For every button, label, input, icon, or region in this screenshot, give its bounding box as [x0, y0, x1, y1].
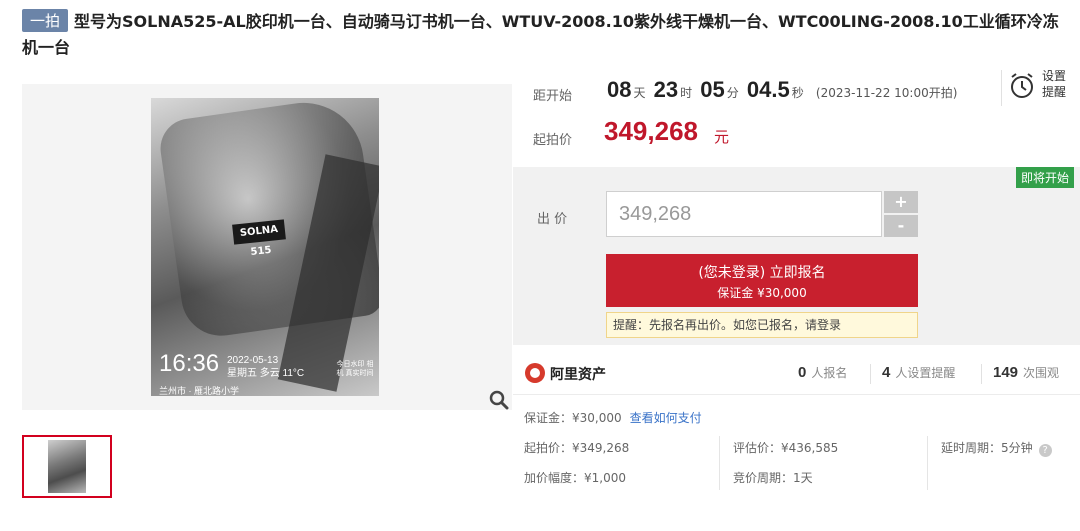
set-reminder-link[interactable]: 设置提醒: [1042, 68, 1072, 100]
stats-bar: 阿里资产 0 人报名 4 人设置提醒 149 次围观: [513, 352, 1080, 395]
start-price-detail: 起拍价：¥349,268: [524, 441, 630, 455]
views-count: 149: [993, 364, 1019, 381]
deposit-text: 保证金：¥30,000: [524, 411, 622, 425]
minutes-unit: 分: [726, 86, 739, 100]
countdown-timer: 08 天 23 时 05 分 04.5 秒 (2023-11-22 10:00开拍): [607, 77, 957, 103]
start-price-unit: 元: [714, 128, 730, 146]
lot-title: 一拍 型号为SOLNA525-AL胶印机一台、自动骑马订书机一台、WTUV-200…: [22, 9, 1072, 61]
extension-text: 延时周期：5分钟: [941, 441, 1033, 455]
countdown-seconds: 04.5: [746, 77, 790, 102]
ali-assets-logo-icon: [525, 363, 545, 383]
start-price-value: 349,268: [604, 116, 698, 146]
countdown-minutes: 05: [700, 77, 725, 102]
alarm-clock-icon[interactable]: [1008, 71, 1036, 101]
seconds-unit: 秒: [791, 86, 804, 100]
reminder-count: 4: [882, 364, 891, 381]
main-photo[interactable]: SOLNA 515 16:36 2022-05-13 星期五 多云 11°C 兰…: [151, 98, 379, 396]
reminder-label: 人设置提醒: [895, 366, 956, 380]
registered-count: 0: [798, 364, 807, 381]
help-icon[interactable]: ?: [1038, 444, 1052, 457]
increase-bid-button[interactable]: +: [884, 191, 918, 213]
days-unit: 天: [633, 86, 646, 100]
views-label: 次围观: [1023, 366, 1060, 380]
detail-divider: [927, 436, 928, 490]
assessed-price-detail: 评估价：¥436,585: [733, 441, 839, 455]
how-to-pay-link[interactable]: 查看如何支付: [630, 411, 702, 425]
stat-divider: [870, 364, 871, 384]
extension-detail: 延时周期：5分钟?: [941, 439, 1052, 457]
signup-button[interactable]: (您未登录) 立即报名 保证金 ¥30,000: [606, 254, 918, 307]
photo-location: 兰州市 · 雁北路小学: [159, 386, 239, 396]
bid-cycle-detail: 竞价周期：1天: [733, 471, 813, 485]
lot-title-text: 型号为SOLNA525-AL胶印机一台、自动骑马订书机一台、WTUV-2008.…: [22, 12, 1059, 57]
photo-timestamp: 16:36: [159, 350, 220, 377]
photo-date-line1: 2022-05-13: [227, 355, 279, 366]
registered-label: 人报名: [811, 366, 848, 380]
countdown-label: 距开始: [533, 89, 573, 104]
increment-detail: 加价幅度：¥1,000: [524, 471, 626, 485]
brand-name: 阿里资产: [550, 367, 606, 383]
status-badge: 即将开始: [1015, 167, 1074, 188]
detail-divider: [719, 436, 720, 490]
magnifier-icon[interactable]: [488, 389, 510, 411]
photo-date-line2: 星期五 多云 11°C: [227, 368, 305, 379]
decrease-bid-button[interactable]: -: [884, 215, 918, 237]
bid-panel: 即将开始 出 价 349,268 + - (您未登录) 立即报名 保证金 ¥30…: [513, 167, 1080, 345]
login-tip: 提醒：先报名再出价。如您已报名，请登录: [606, 312, 918, 338]
bid-amount-input[interactable]: 349,268: [606, 191, 882, 237]
photo-date: 2022-05-13 星期五 多云 11°C: [227, 354, 304, 380]
reminder-divider: [1001, 70, 1002, 106]
views-stat: 149 次围观: [993, 364, 1059, 381]
signup-button-label: (您未登录) 立即报名: [698, 265, 826, 281]
countdown-hours: 23: [653, 77, 679, 102]
registered-stat: 0 人报名: [798, 364, 847, 381]
main-photo-viewer[interactable]: SOLNA 515 16:36 2022-05-13 星期五 多云 11°C 兰…: [22, 84, 512, 410]
photo-watermark: 今日水印 相机 真实时间: [336, 361, 374, 377]
signup-deposit-label: 保证金 ¥30,000: [717, 286, 807, 300]
deposit-info: 保证金：¥30,000 查看如何支付: [524, 409, 702, 426]
auction-type-tag: 一拍: [22, 9, 69, 32]
stat-divider: [981, 364, 982, 384]
start-price-label: 起拍价: [533, 133, 573, 148]
reminder-stat: 4 人设置提醒: [882, 364, 955, 381]
thumbnail-image: [48, 440, 86, 493]
start-time: (2023-11-22 10:00开拍): [815, 86, 958, 100]
hours-unit: 时: [680, 86, 693, 100]
countdown-days: 08: [607, 77, 632, 102]
bid-label: 出 价: [537, 212, 568, 227]
photo-thumbnail[interactable]: [22, 435, 112, 498]
